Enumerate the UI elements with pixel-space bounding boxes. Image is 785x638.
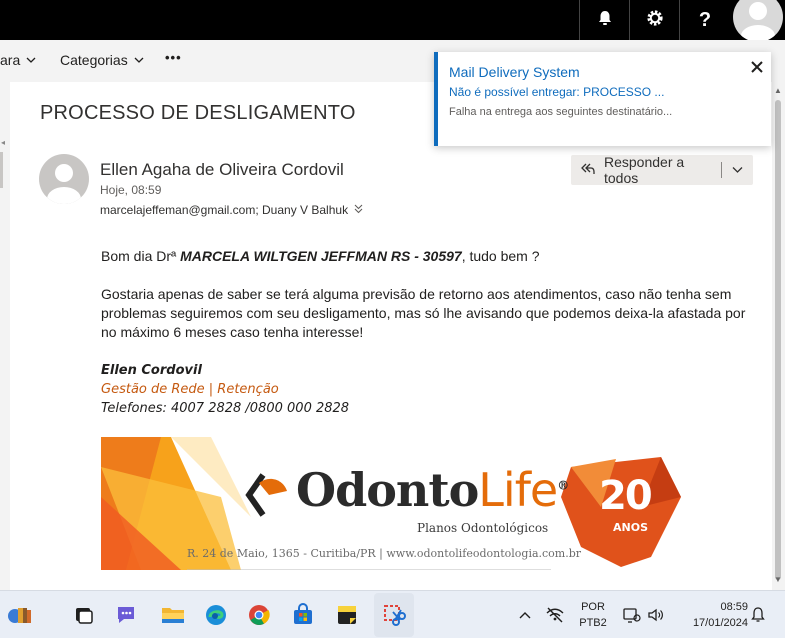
brand-address: R. 24 de Maio, 1365 - Curitiba/PR | www.…: [187, 547, 582, 560]
left-pane-edge: ◂: [0, 82, 10, 590]
close-icon: [751, 60, 763, 78]
reply-all-button[interactable]: Responder a todos: [571, 154, 721, 186]
brand-logo: OdontoLife®: [296, 463, 569, 517]
network-offline-icon[interactable]: [541, 601, 569, 629]
help-button[interactable]: ?: [680, 0, 730, 40]
scroll-left-icon[interactable]: ◂: [1, 138, 5, 147]
microsoft-store-icon[interactable]: [289, 601, 317, 629]
anniversary-word: ANOS: [613, 521, 648, 534]
notification-subject: Não é possível entregar: PROCESSO ...: [449, 85, 665, 99]
snipping-tool-icon[interactable]: [380, 601, 408, 629]
reading-pane: PROCESSO DE DESLIGAMENTO Ellen Agaha de …: [10, 82, 772, 590]
file-explorer-icon[interactable]: [159, 601, 187, 629]
account-avatar[interactable]: [733, 0, 783, 42]
chevron-down-icon: [26, 52, 36, 68]
reading-pane-scrollbar[interactable]: ▲ ▼: [772, 82, 785, 590]
signature-phones: Telefones: 4007 2828 /0800 000 2828: [101, 401, 350, 416]
notifications-button[interactable]: [580, 0, 630, 40]
teams-chat-icon[interactable]: [112, 601, 140, 629]
scroll-down-icon[interactable]: ▼: [774, 575, 782, 584]
system-clock[interactable]: 08:59 17/01/2024: [672, 601, 748, 629]
expand-recipients-icon[interactable]: [354, 203, 363, 217]
scrollbar-thumb[interactable]: [775, 100, 781, 580]
chrome-browser-icon[interactable]: [245, 601, 273, 629]
message-date: Hoje, 08:59: [100, 183, 162, 197]
recipients-text: marcelajeffeman@gmail.com; Duany V Balhu…: [100, 203, 349, 217]
partial-menu-button[interactable]: ara: [0, 52, 36, 68]
pane-resize-handle[interactable]: [0, 152, 3, 188]
reply-all-button-group: Responder a todos: [571, 154, 753, 186]
close-notification-button[interactable]: [746, 58, 768, 80]
body-paragraph: Gostaria apenas de saber se terá alguma …: [101, 286, 746, 340]
categories-button[interactable]: Categorias: [60, 52, 144, 68]
reply-options-dropdown[interactable]: [722, 155, 753, 185]
new-mail-notification[interactable]: Mail Delivery System Não é possível entr…: [434, 52, 771, 146]
message-subject: PROCESSO DE DESLIGAMENTO: [40, 102, 356, 124]
reply-all-icon: [580, 161, 596, 180]
notification-center-icon[interactable]: [744, 601, 772, 629]
scroll-up-icon[interactable]: ▲: [774, 86, 782, 95]
chevron-down-icon: [732, 162, 743, 178]
task-view-icon[interactable]: [70, 601, 98, 629]
recipients-line[interactable]: marcelajeffeman@gmail.com; Duany V Balhu…: [100, 203, 363, 217]
outlook-window: ? ara Categorias ••• ◂ PROCESSO DE DESLI…: [0, 0, 785, 638]
signature-role: Gestão de Rede | Retenção: [101, 382, 279, 397]
greeting-line: Bom dia Drª MARCELA WILTGEN JEFFMAN RS -…: [101, 248, 540, 264]
notification-preview: Falha na entrega aos seguintes destinatá…: [449, 106, 673, 118]
windows-taskbar: POR PTB2 08:59 17/01/2024: [0, 590, 785, 638]
signature-block: Ellen Cordovil Gestão de Rede | Retenção…: [101, 361, 761, 418]
anniversary-number: 20: [599, 473, 653, 519]
settings-button[interactable]: [630, 0, 680, 40]
input-language-indicator[interactable]: POR PTB2: [576, 601, 610, 629]
chevron-down-icon: [134, 52, 144, 68]
more-actions-button[interactable]: •••: [165, 50, 182, 65]
message-body: Bom dia Drª MARCELA WILTGEN JEFFMAN RS -…: [101, 247, 761, 418]
brand-subtitle: Planos Odontológicos: [417, 521, 549, 535]
gear-icon: [645, 8, 665, 33]
more-icon: •••: [165, 50, 182, 65]
edge-browser-icon[interactable]: [202, 601, 230, 629]
signature-name: Ellen Cordovil: [101, 363, 202, 378]
widgets-icon[interactable]: [4, 601, 32, 629]
bell-icon: [596, 9, 614, 32]
notification-sender: Mail Delivery System: [449, 64, 580, 80]
top-header-bar: ?: [0, 0, 785, 42]
notification-accent-bar: [434, 52, 438, 146]
help-icon: ?: [698, 8, 712, 31]
signature-banner-image: OdontoLife® Planos Odontológicos R. 24 d…: [101, 437, 683, 570]
show-hidden-icons-button[interactable]: [511, 601, 539, 629]
sender-name[interactable]: Ellen Agaha de Oliveira Cordovil: [100, 160, 344, 180]
sender-avatar[interactable]: [39, 154, 89, 204]
volume-icon[interactable]: [642, 601, 670, 629]
sticky-notes-icon[interactable]: [333, 601, 361, 629]
